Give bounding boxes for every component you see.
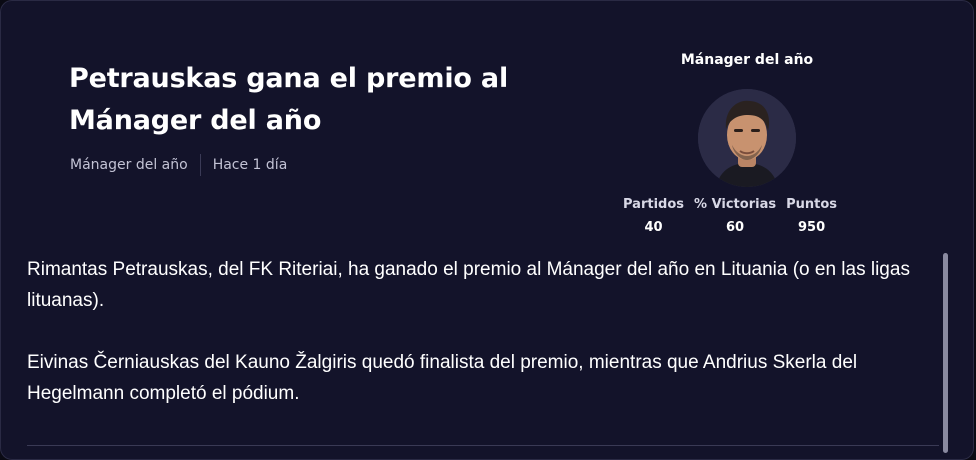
manager-portrait-icon <box>698 89 796 187</box>
award-title: Mánager del año <box>680 52 814 68</box>
stat-value: 60 <box>726 220 745 235</box>
meta-divider <box>199 154 201 176</box>
stat-label: % Victorias <box>694 197 777 212</box>
stat-win-percent: % Victorias 60 <box>694 197 776 235</box>
stat-label: Puntos <box>786 197 838 212</box>
news-card: Petrauskas gana el premio al Mánager del… <box>0 0 974 460</box>
stat-value: 40 <box>644 220 663 235</box>
content-divider <box>27 445 939 446</box>
article-paragraph: Eivinas Černiauskas del Kauno Žalgiris q… <box>27 352 858 404</box>
award-panel: Mánager del año Partidos 40 % Victorias <box>611 51 883 241</box>
stat-matches: Partidos 40 <box>623 197 684 235</box>
article-category: Mánager del año <box>70 157 188 173</box>
article-meta: Mánager del año Hace 1 día <box>70 153 287 177</box>
article-title: Petrauskas gana el premio al Mánager del… <box>69 63 509 136</box>
award-stats: Partidos 40 % Victorias 60 Puntos 950 <box>623 197 837 235</box>
stat-points: Puntos 950 <box>786 197 837 235</box>
stat-label: Partidos <box>623 197 685 212</box>
article-paragraph: Rimantas Petrauskas, del FK Riteriai, ha… <box>27 259 910 311</box>
article-body: Rimantas Petrauskas, del FK Riteriai, ha… <box>27 254 937 440</box>
article-time: Hace 1 día <box>212 157 288 173</box>
scrollbar-thumb[interactable] <box>943 253 948 453</box>
manager-avatar <box>698 89 796 187</box>
stat-value: 950 <box>797 220 826 235</box>
